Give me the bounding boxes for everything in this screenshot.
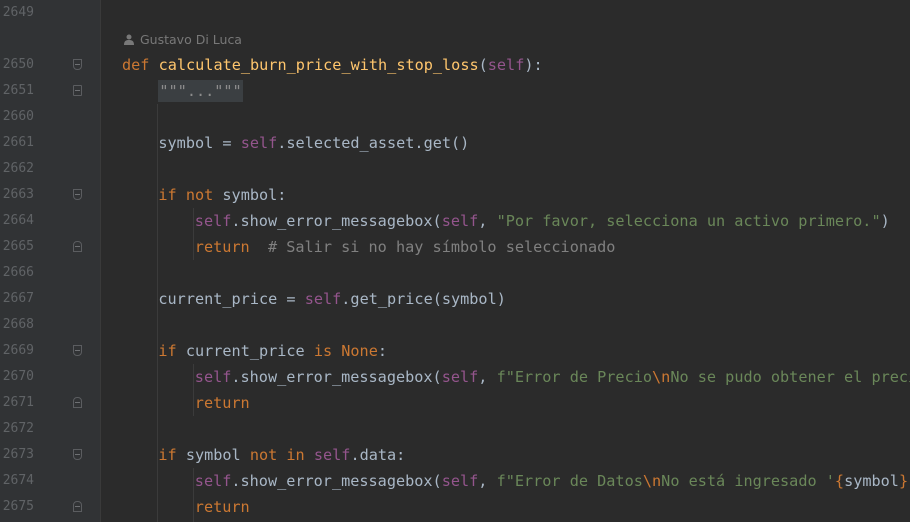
code-text: self.show_error_messagebox(self, "Por fa… [194,212,890,230]
line-number: 2666 [2,265,34,280]
line-number: 2672 [2,421,34,436]
code-line[interactable]: 2649 [0,0,910,26]
code-text: if symbol not in self.data: [158,446,406,464]
fold-end-icon[interactable] [73,397,82,408]
line-number: 2665 [2,239,34,254]
line-number: 2675 [2,499,34,514]
line-number: 2651 [2,83,34,98]
indent-guide [193,364,194,416]
person-icon [124,34,134,45]
fold-toggle-icon[interactable] [73,189,82,200]
code-line[interactable]: 2661 symbol = self.selected_asset.get() [0,130,910,156]
indent-guide [157,104,158,522]
fold-toggle-icon[interactable] [73,449,82,460]
code-author-hint[interactable]: Gustavo Di Luca [124,31,242,49]
line-number: 2670 [2,369,34,384]
indent-guide [193,468,194,522]
code-text: return # Salir si no hay símbolo selecci… [194,238,616,256]
code-text: if current_price is None: [158,342,388,360]
line-number: 2661 [2,135,34,150]
code-line[interactable]: 2663 if not symbol: [0,182,910,208]
code-text: """...""" [158,80,243,102]
code-text: return [194,498,250,516]
code-text: self.show_error_messagebox(self, f"Error… [194,368,910,386]
code-line[interactable]: 2674 self.show_error_messagebox(self, f"E… [0,468,910,494]
code-line[interactable]: 2666 [0,260,910,286]
line-number: 2660 [2,109,34,124]
code-text: symbol = self.selected_asset.get() [158,134,470,152]
line-number: 2662 [2,161,34,176]
line-number: 2664 [2,213,34,228]
code-text: current_price = self.get_price(symbol) [158,290,506,308]
code-line[interactable]: 2671 return [0,390,910,416]
line-number: 2650 [2,57,34,72]
code-line[interactable]: 2660 [0,104,910,130]
indent-guide [193,208,194,260]
code-line[interactable]: 2675 return [0,494,910,520]
line-number: 2671 [2,395,34,410]
code-line[interactable]: 2670 self.show_error_messagebox(self, f"E… [0,364,910,390]
code-line[interactable]: 2667 current_price = self.get_price(symbo… [0,286,910,312]
fold-toggle-icon[interactable] [73,345,82,356]
line-number: 2674 [2,473,34,488]
code-line[interactable]: 2668 [0,312,910,338]
line-number: 2649 [2,5,34,20]
fold-end-icon[interactable] [73,241,82,252]
code-line[interactable]: 2651 """...""" [0,78,910,104]
fold-toggle-icon[interactable] [73,85,82,96]
code-line[interactable]: 2669 if current_price is None: [0,338,910,364]
line-number: 2673 [2,447,34,462]
line-number: 2668 [2,317,34,332]
line-number: 2667 [2,291,34,306]
fold-toggle-icon[interactable] [73,59,82,70]
fold-end-icon[interactable] [73,501,82,512]
line-number: 2669 [2,343,34,358]
code-line[interactable]: 2664 self.show_error_messagebox(self, "Po… [0,208,910,234]
code-line[interactable]: 2662 [0,156,910,182]
code-text: def calculate_burn_price_with_stop_loss(… [122,56,543,74]
code-text: if not symbol: [158,186,287,204]
line-number: 2663 [2,187,34,202]
code-text: return [194,394,250,412]
code-text: self.show_error_messagebox(self, f"Error… [194,472,910,490]
code-line[interactable]: 2650 def calculate_burn_price_with_stop_l… [0,52,910,78]
code-line[interactable]: 2665 return # Salir si no hay símbolo sel… [0,234,910,260]
author-name: Gustavo Di Luca [140,32,242,47]
code-line[interactable]: 2673 if symbol not in self.data: [0,442,910,468]
code-line[interactable]: 2672 [0,416,910,442]
